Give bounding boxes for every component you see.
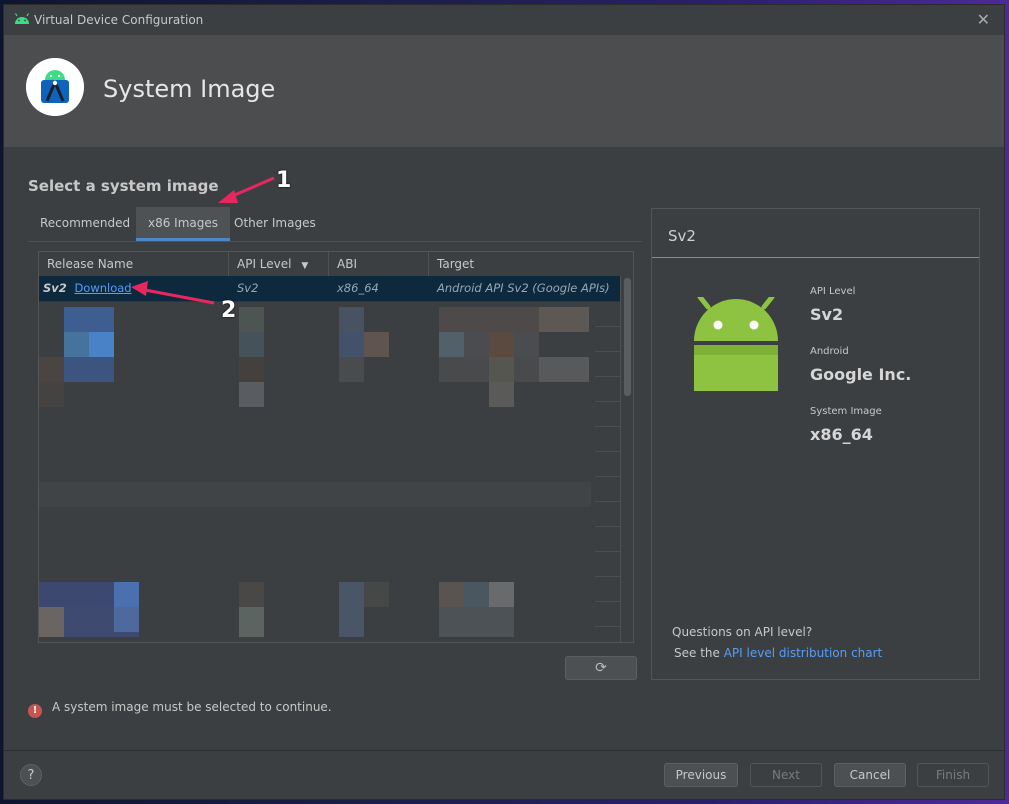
annotation-number-2: 2 (221, 298, 237, 323)
annotation-overlay (131, 176, 275, 305)
annotation-number-1: 1 (276, 168, 292, 193)
annotation-arrow-1 (218, 176, 275, 203)
annotation-arrow-2 (131, 281, 215, 305)
